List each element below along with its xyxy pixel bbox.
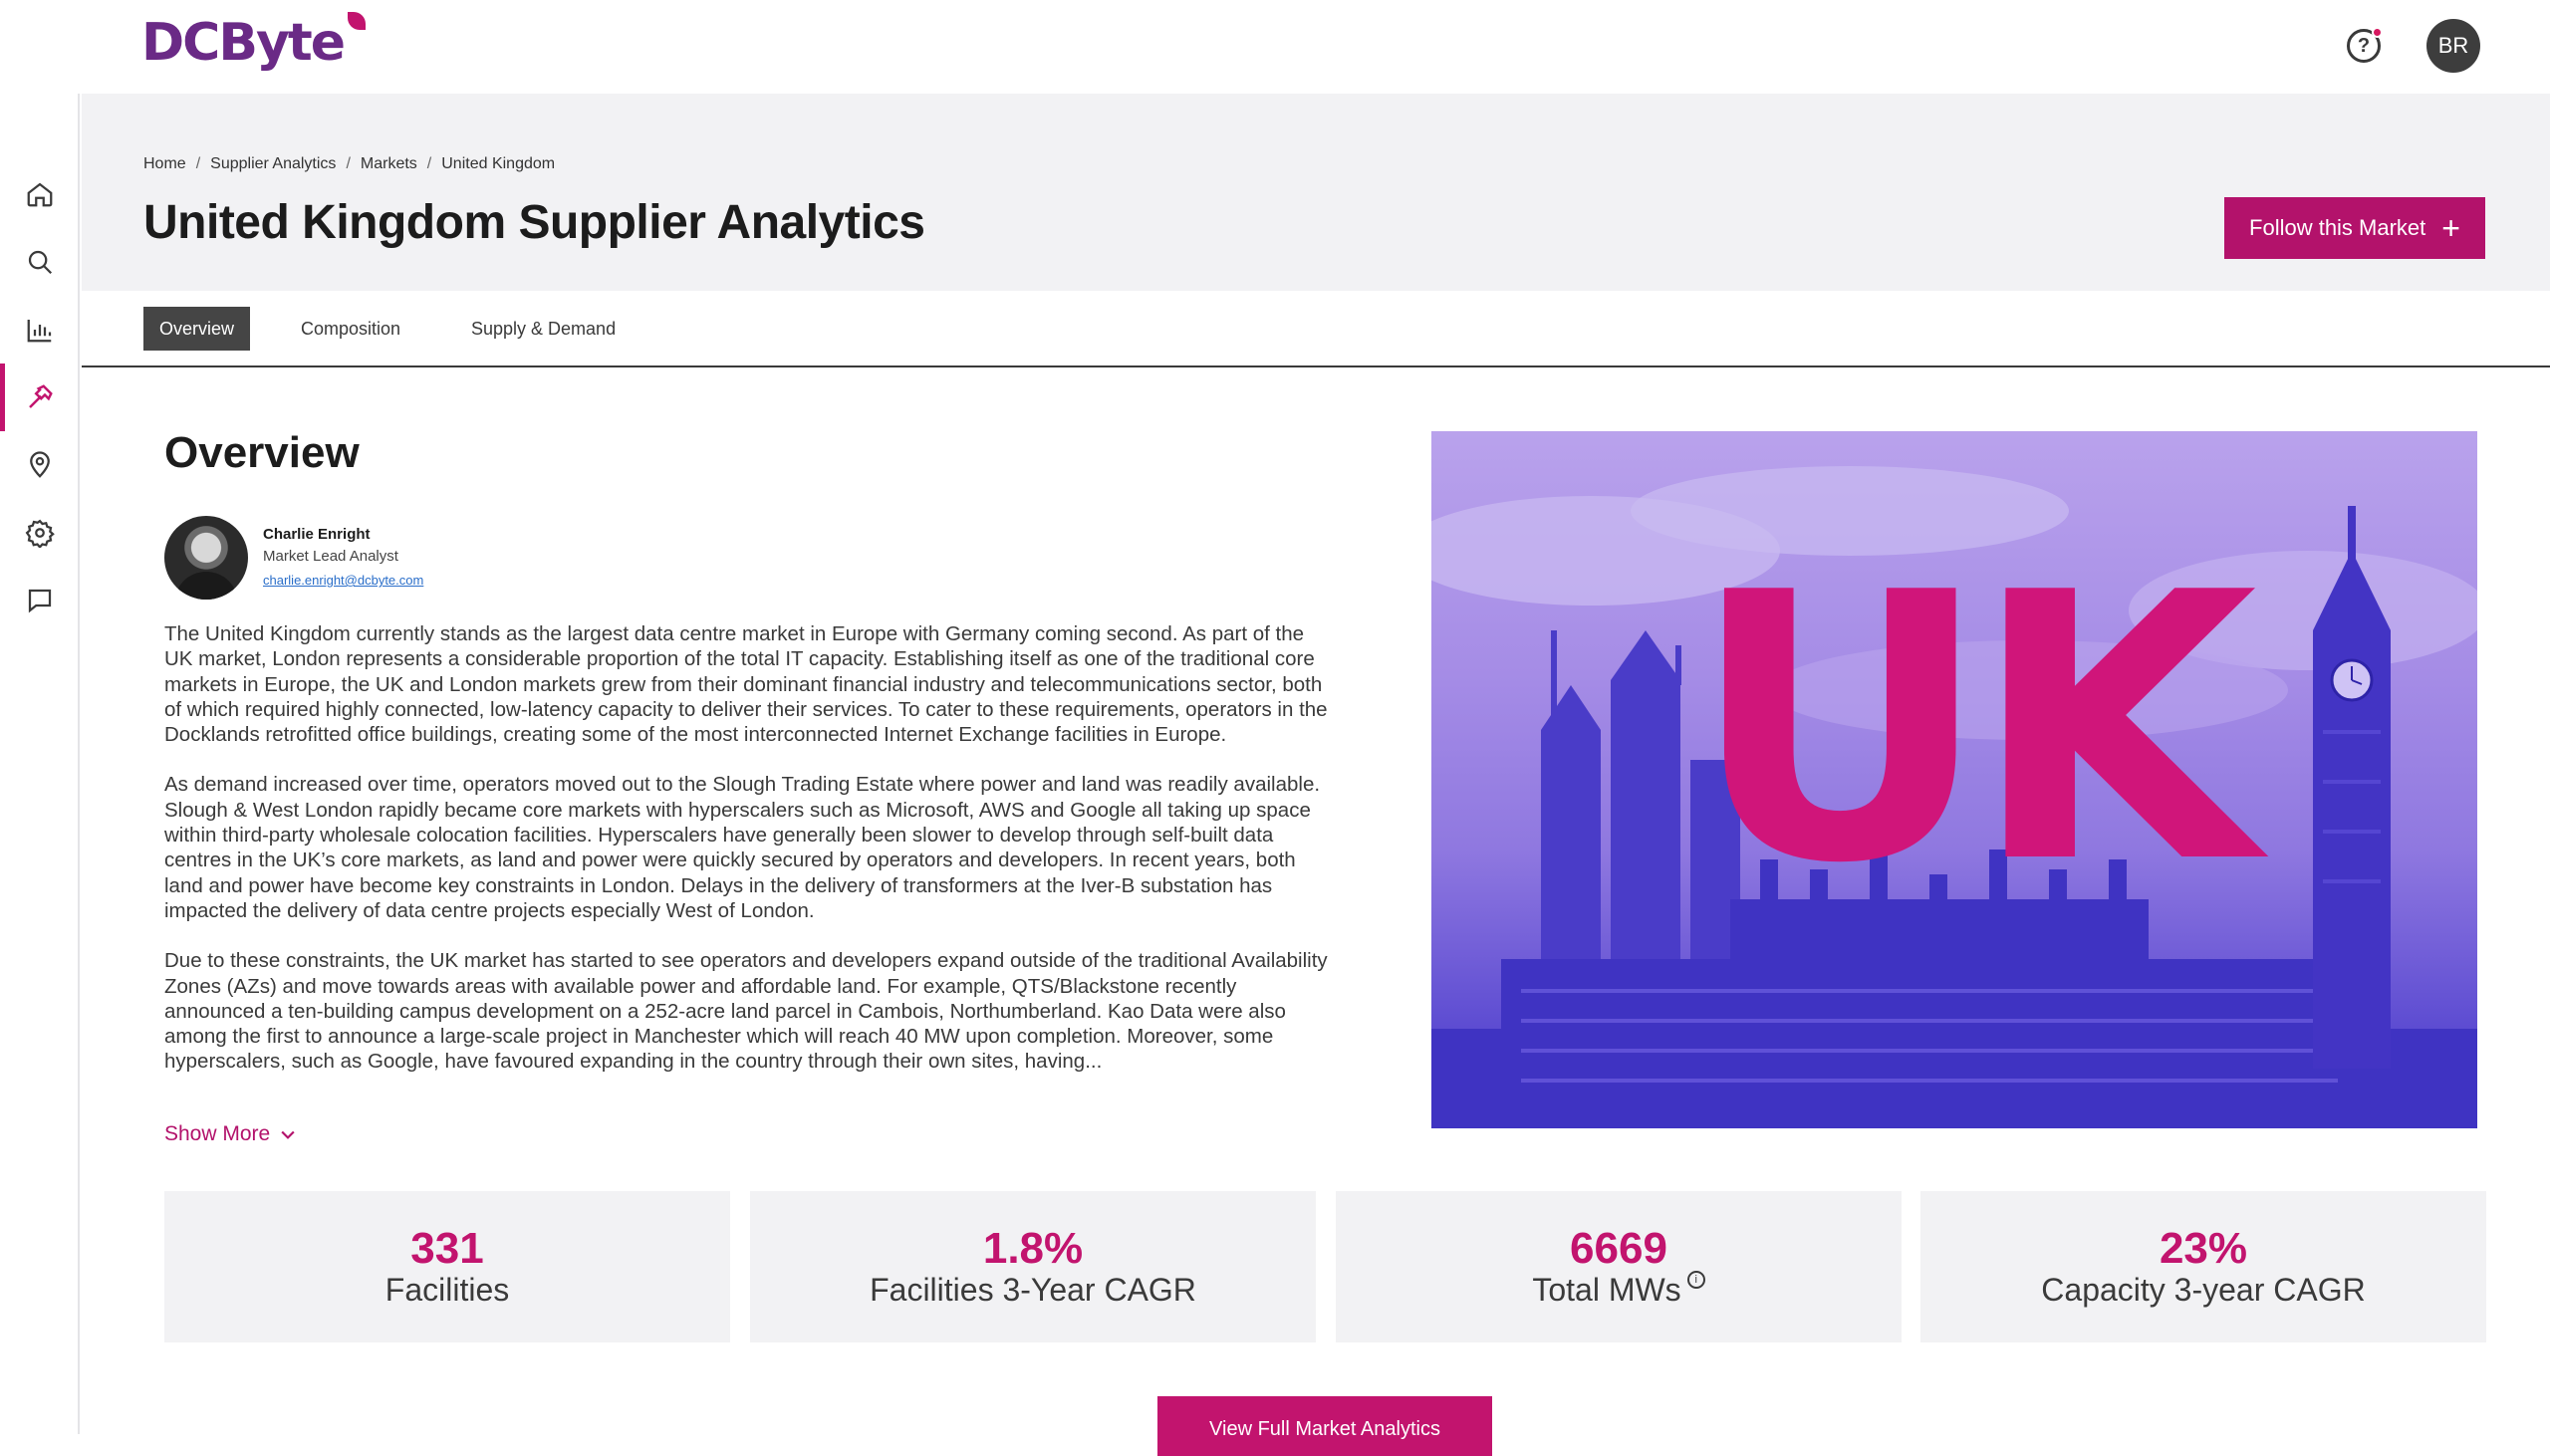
top-bar: DCByte ? BR bbox=[0, 0, 2550, 94]
stat-label-text: Facilities 3-Year CAGR bbox=[870, 1271, 1196, 1308]
help-circle-icon: ? bbox=[2357, 34, 2371, 57]
stat-value: 6669 bbox=[1570, 1224, 1667, 1274]
stat-label: Facilities bbox=[384, 1271, 510, 1308]
follow-market-button[interactable]: Follow this Market + bbox=[2224, 197, 2485, 259]
home-icon bbox=[27, 182, 53, 207]
view-button-label: View Full Market Analytics bbox=[1209, 1418, 1440, 1440]
tab-composition[interactable]: Composition bbox=[285, 307, 416, 351]
overview-heading: Overview bbox=[164, 428, 360, 477]
follow-button-label: Follow this Market bbox=[2249, 215, 2426, 240]
overview-paragraph: The United Kingdom currently stands as t… bbox=[164, 622, 1328, 747]
view-full-market-analytics-button[interactable]: View Full Market Analytics bbox=[1157, 1396, 1492, 1456]
show-more-label: Show More bbox=[164, 1122, 271, 1145]
breadcrumb-separator: / bbox=[195, 155, 201, 172]
stat-card-facilities: 331 Facilities bbox=[164, 1191, 730, 1342]
breadcrumb-supplier-analytics[interactable]: Supplier Analytics bbox=[210, 155, 336, 173]
avatar-initials: BR bbox=[2437, 33, 2469, 58]
hammer-icon bbox=[29, 384, 53, 408]
stat-card-facilities-cagr: 1.8% Facilities 3-Year CAGR bbox=[750, 1191, 1316, 1342]
chevron-down-icon bbox=[281, 1130, 295, 1139]
search-icon bbox=[28, 250, 53, 275]
stat-value: 23% bbox=[2159, 1224, 2248, 1274]
page-title: United Kingdom Supplier Analytics bbox=[143, 196, 925, 249]
logo-text: DCByte bbox=[141, 13, 346, 73]
stat-label: Capacity 3-year CAGR bbox=[2041, 1271, 2366, 1308]
breadcrumb-home[interactable]: Home bbox=[143, 155, 186, 173]
breadcrumb-separator: / bbox=[346, 155, 351, 172]
dcbyte-logo[interactable]: DCByte bbox=[141, 12, 366, 74]
sidebar-item-analytics[interactable] bbox=[0, 296, 80, 364]
overview-body: The United Kingdom currently stands as t… bbox=[164, 621, 1330, 1099]
breadcrumb-markets[interactable]: Markets bbox=[361, 155, 417, 173]
tab-supply-demand[interactable]: Supply & Demand bbox=[455, 307, 632, 351]
stat-label-text: Capacity 3-year CAGR bbox=[2041, 1271, 2366, 1308]
tab-overview[interactable]: Overview bbox=[143, 307, 251, 351]
sidebar bbox=[0, 94, 80, 1434]
stat-label: Total MWs i bbox=[1532, 1271, 1705, 1308]
breadcrumb: Home / Supplier Analytics / Markets / Un… bbox=[143, 155, 555, 173]
stat-label-text: Facilities bbox=[384, 1271, 510, 1308]
stat-label: Facilities 3-Year CAGR bbox=[870, 1271, 1196, 1308]
page-header bbox=[82, 94, 2550, 291]
analyst-email-link[interactable]: charlie.enright@dcbyte.com bbox=[263, 573, 423, 588]
location-pin-icon bbox=[30, 451, 50, 478]
user-avatar[interactable]: BR bbox=[2426, 19, 2480, 73]
help-button[interactable]: ? bbox=[2347, 27, 2383, 63]
logo-leaf-icon bbox=[347, 12, 366, 30]
analyst-avatar bbox=[164, 516, 248, 600]
plus-icon: + bbox=[2441, 210, 2460, 246]
show-more-button[interactable]: Show More bbox=[164, 1122, 298, 1146]
tab-bar: Overview Composition Supply & Demand bbox=[82, 291, 2550, 367]
sidebar-item-locations[interactable] bbox=[0, 431, 80, 499]
chat-icon bbox=[28, 589, 52, 613]
hero-country-code: UK bbox=[1690, 516, 2257, 944]
analyst-role: Market Lead Analyst bbox=[263, 548, 398, 565]
sidebar-item-settings[interactable] bbox=[0, 499, 80, 567]
overview-paragraph: As demand increased over time, operators… bbox=[164, 773, 1321, 922]
stat-value: 331 bbox=[410, 1224, 484, 1274]
overview-paragraph: Due to these constraints, the UK market … bbox=[164, 949, 1328, 1074]
info-icon[interactable]: i bbox=[1686, 1271, 1705, 1290]
sidebar-item-supplier-analytics[interactable] bbox=[0, 364, 80, 431]
sidebar-item-messages[interactable] bbox=[0, 567, 80, 634]
bar-chart-icon bbox=[27, 320, 52, 343]
stat-card-total-mws: 6669 Total MWs i bbox=[1336, 1191, 1902, 1342]
breadcrumb-separator: / bbox=[426, 155, 432, 172]
sidebar-item-home[interactable] bbox=[0, 160, 80, 228]
stat-card-capacity-cagr: 23% Capacity 3-year CAGR bbox=[1920, 1191, 2486, 1342]
stat-label-text: Total MWs bbox=[1532, 1271, 1681, 1308]
market-hero-image: UK bbox=[1431, 431, 2477, 1128]
notification-dot bbox=[2372, 27, 2383, 38]
stat-value: 1.8% bbox=[982, 1224, 1084, 1274]
breadcrumb-united-kingdom: United Kingdom bbox=[441, 155, 556, 172]
gear-icon bbox=[25, 519, 55, 548]
analyst-avatar-silhouette bbox=[174, 572, 238, 600]
analyst-name: Charlie Enright bbox=[263, 526, 371, 543]
sidebar-item-search[interactable] bbox=[0, 228, 80, 296]
